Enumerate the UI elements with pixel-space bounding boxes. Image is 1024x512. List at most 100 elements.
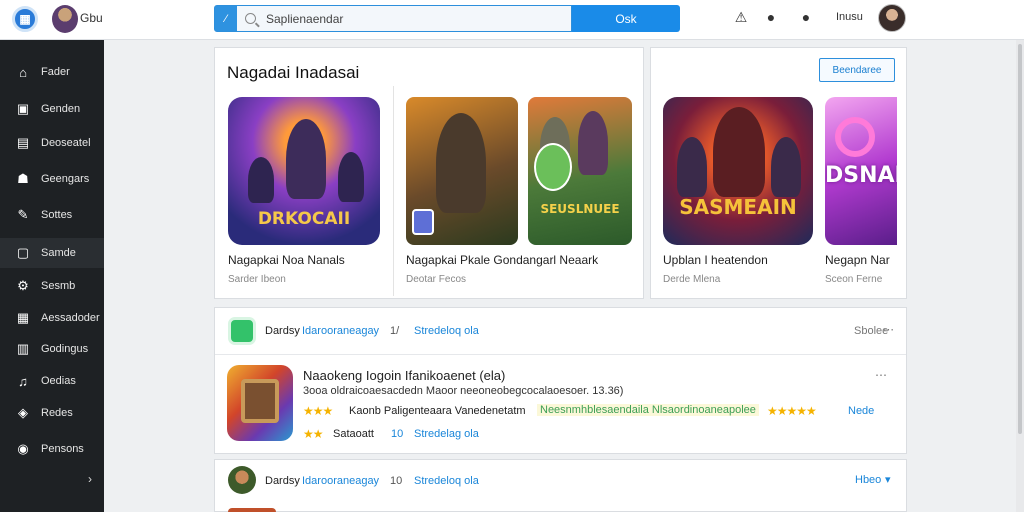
game-art-1[interactable]: DRKOCAII	[228, 97, 380, 245]
game-subtitle: Sceon Ferne	[825, 274, 883, 285]
review-count[interactable]: 10	[391, 428, 403, 440]
profile-avatar[interactable]	[878, 4, 906, 32]
more-options-icon[interactable]: ⋯	[883, 323, 894, 336]
rating-stars: ★★	[303, 427, 323, 441]
search-button[interactable]: Osk	[572, 5, 680, 32]
see-more-button[interactable]: Beendaree	[819, 58, 895, 82]
filter-link[interactable]: Hbeo	[855, 474, 881, 486]
sidebar-item-godingus[interactable]: ▥ Godingus	[0, 334, 104, 364]
sidebar-item-label: Redes	[41, 407, 73, 419]
home-icon: ⌂	[19, 64, 27, 80]
user-name: Gbu	[80, 11, 103, 25]
game-subtitle: Deotar Fecos	[406, 274, 467, 285]
developer-name: Dardsy	[265, 475, 300, 487]
sidebar-item-label: Deoseatel	[41, 137, 91, 149]
chat-icon[interactable]: ●	[763, 9, 779, 25]
app-tagline: Kaonb Paligenteaara Vanedenetatm	[349, 405, 526, 417]
game-art-2[interactable]	[406, 97, 518, 245]
gamepad-icon: ☗	[17, 171, 29, 186]
developer-link[interactable]: Idarooraneagay	[302, 475, 379, 487]
chevron-right-icon[interactable]: ›	[88, 472, 92, 486]
game-art-3[interactable]: SEUSLNUEE	[528, 97, 632, 245]
game-title[interactable]: Negapn Nar	[825, 253, 890, 267]
game-art-title: SEUSLNUEE	[540, 202, 620, 216]
sidebar-item-label: Oedias	[41, 375, 76, 387]
featured-card-secondary: Beendaree SASMEAIN Upblan I heatendon De…	[650, 47, 907, 299]
game-title[interactable]: Upblan I heatendon	[663, 253, 768, 267]
code-icon: ▥	[16, 341, 30, 356]
sidebar-item-label: Aessadoder	[41, 312, 100, 324]
location-icon[interactable]: ●	[798, 9, 814, 25]
row-divider	[215, 354, 906, 355]
chevron-down-icon[interactable]: ▾	[885, 473, 891, 486]
sidebar-item-label: Sottes	[41, 209, 73, 221]
sidebar-item-pensons[interactable]: ◉ Pensons	[0, 434, 104, 464]
result-count: 10	[390, 475, 403, 487]
gear-icon: ⚙	[17, 278, 29, 293]
game-title[interactable]: Nagapkai Noa Nanals	[228, 253, 345, 267]
game-art-title: SASMEAIN	[679, 195, 797, 219]
search-filter-icon[interactable]: ⁄	[215, 6, 237, 31]
scrollbar-thumb[interactable]	[1018, 44, 1022, 434]
featured-card: Nagadai Inadasai DRKOCAII Nagapkai Noa N…	[214, 47, 644, 299]
sidebar-item-aessadoder[interactable]: ▦ Aessadoder	[0, 303, 104, 333]
sidebar-item-geengars[interactable]: ☗ Geengars	[0, 164, 104, 194]
account-label[interactable]: Inusu	[836, 11, 863, 23]
developer-link[interactable]: Idarooraneagay	[302, 325, 379, 337]
card-divider	[393, 86, 394, 296]
user-avatar[interactable]	[52, 5, 78, 33]
globe-icon: ◉	[17, 441, 29, 456]
sidebar-item-label: Pensons	[41, 443, 84, 455]
more-options-icon[interactable]: ⋯	[875, 368, 887, 382]
rating-stars: ★★★★★	[767, 404, 817, 418]
developer-avatar[interactable]	[228, 466, 256, 494]
game-art-title: DRKOCAII	[257, 209, 351, 229]
app-logo-icon[interactable]: ▦	[12, 6, 38, 32]
rating-stars: ★★★	[303, 404, 333, 418]
sidebar-item-fader[interactable]: ⌂ Fader	[0, 57, 104, 87]
alert-icon[interactable]: ⚠	[733, 9, 749, 25]
results-list-2: Dardsy Idarooraneagay 10 Stredeloq ola H…	[214, 459, 907, 512]
sidebar-item-label: Genden	[41, 103, 81, 115]
book-icon: ▤	[16, 135, 30, 150]
search-icon	[245, 13, 256, 24]
screen-icon: ▢	[16, 245, 30, 260]
rating-text: Sataoatt	[333, 428, 374, 440]
sidebar-item-label: Sesmb	[41, 280, 76, 292]
app-title[interactable]: Naaokeng Iogoin Ifanikoaenet (ela)	[303, 368, 505, 383]
game-art-4[interactable]: SASMEAIN	[663, 97, 813, 245]
app-thumbnail[interactable]	[227, 365, 293, 441]
sidebar-item-redes[interactable]: ◈ Redes	[0, 398, 104, 428]
sidebar-item-oedias[interactable]: ♫ Oedias	[0, 366, 104, 396]
sidebar-item-sesmb[interactable]: ⚙ Sesmb	[0, 271, 104, 301]
sidebar-item-samde[interactable]: ▢ Samde	[0, 238, 104, 268]
sidebar-item-deoseatel[interactable]: ▤ Deoseatel	[0, 128, 104, 158]
shield-icon: ◈	[18, 405, 28, 420]
sidebar: ⌂ Fader ▣ Genden ▤ Deoseatel ☗ Geengars …	[0, 40, 104, 512]
game-subtitle: Sarder Ibeon	[228, 274, 286, 285]
sidebar-item-label: Samde	[41, 247, 76, 259]
more-link[interactable]: Stredeloq ola	[414, 475, 479, 487]
game-art-title: DSNAE	[825, 163, 897, 188]
search-bar[interactable]: ⁄	[214, 5, 572, 32]
results-list: Dardsy Idarooraneagay 1/ Stredeloq ola S…	[214, 307, 907, 454]
grid-icon: ▦	[16, 310, 30, 325]
sidebar-item-genden[interactable]: ▣ Genden	[0, 94, 104, 124]
highlight-badge: Neesnmhblesaendaila Nlsaordinoaneapolee	[537, 404, 759, 416]
result-count: 1/	[390, 325, 400, 337]
app-link[interactable]: Nede	[848, 405, 874, 417]
sidebar-item-label: Fader	[41, 66, 70, 78]
game-art-5[interactable]: DSNAE	[825, 97, 897, 245]
game-subtitle: Derde Mlena	[663, 274, 721, 285]
wrench-icon: ✎	[17, 207, 29, 222]
game-title[interactable]: Nagapkai Pkale Gondangarl Neaark	[406, 253, 598, 267]
top-bar: ▦ Gbu ⁄ Osk ⚠ ● ● Inusu	[0, 0, 1024, 40]
more-link[interactable]: Stredeloq ola	[414, 325, 479, 337]
featured-title: Nagadai Inadasai	[227, 63, 360, 82]
more-link[interactable]: Stredelag ola	[414, 428, 479, 440]
next-app-thumbnail[interactable]	[228, 508, 276, 512]
sidebar-item-sottes[interactable]: ✎ Sottes	[0, 200, 104, 230]
search-input[interactable]	[266, 11, 566, 26]
sidebar-item-label: Geengars	[41, 173, 90, 185]
app-icon[interactable]	[228, 317, 256, 345]
